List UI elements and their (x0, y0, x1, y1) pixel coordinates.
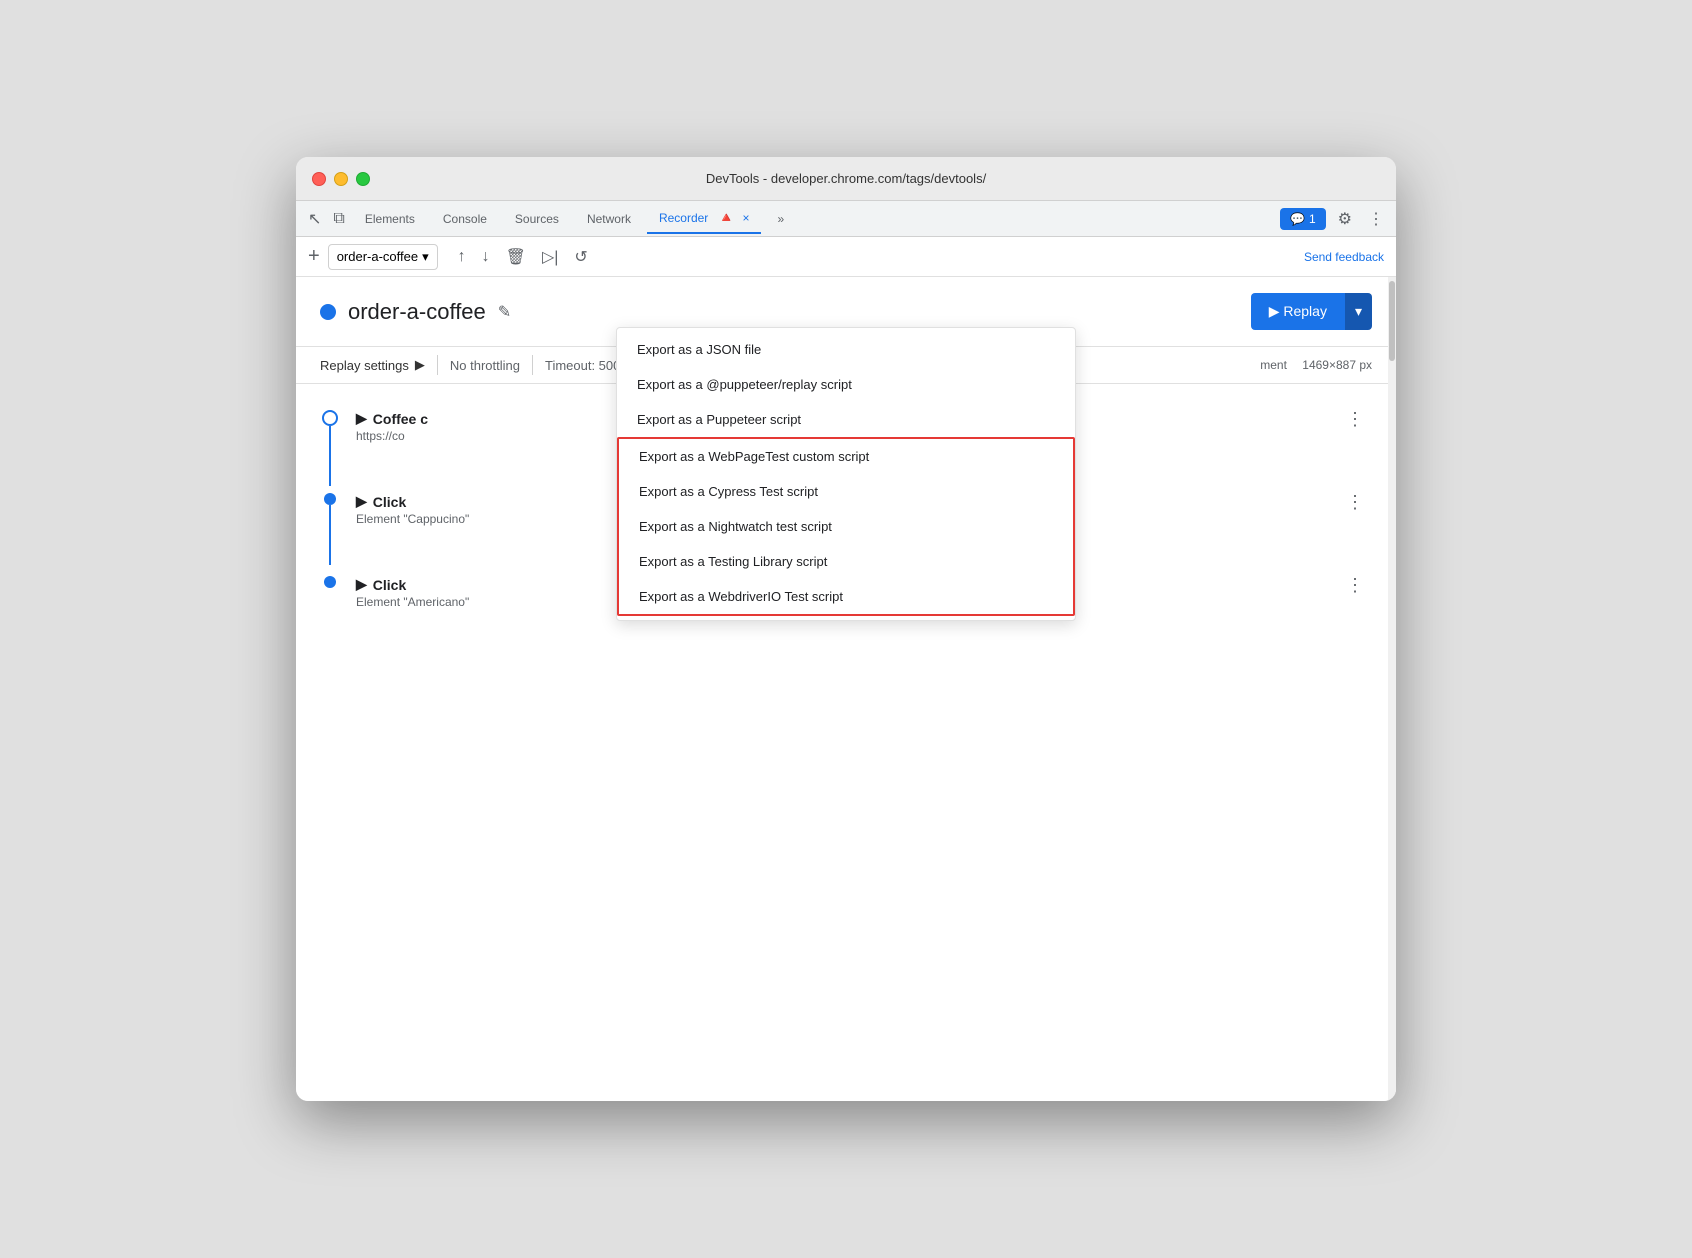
step-more-icon-2[interactable]: ⋮ (1338, 493, 1372, 511)
export-nightwatch-item[interactable]: Export as a Nightwatch test script (619, 509, 1073, 544)
tab-console[interactable]: Console (431, 206, 499, 232)
download-button[interactable]: ↓ (478, 244, 494, 270)
divider (437, 355, 438, 375)
tab-sources[interactable]: Sources (503, 206, 571, 232)
scrollbar-thumb (1389, 281, 1395, 361)
traffic-lights (312, 172, 370, 186)
notification-badge[interactable]: 💬 1 (1280, 208, 1326, 230)
minimize-button[interactable] (334, 172, 348, 186)
tab-more[interactable]: » (765, 206, 796, 232)
upload-button[interactable]: ↑ (454, 244, 470, 270)
step-circle-2 (324, 493, 336, 505)
step-more-icon-1[interactable]: ⋮ (1338, 410, 1372, 428)
close-button[interactable] (312, 172, 326, 186)
tab-elements[interactable]: Elements (353, 206, 427, 232)
send-feedback-link[interactable]: Send feedback (1304, 250, 1384, 264)
export-cypress-item[interactable]: Export as a Cypress Test script (619, 474, 1073, 509)
replay-button-group: ▶ Replay ▾ (1251, 293, 1372, 330)
cursor-icon[interactable]: ↖ (304, 205, 325, 233)
export-dropdown-overlay: Export as a JSON file Export as a @puppe… (616, 327, 1076, 621)
content-area: order-a-coffee ✎ ▶ Replay ▾ Replay setti… (296, 277, 1396, 1101)
tab-bar-actions: 💬 1 ⚙ ⋮ (1280, 205, 1388, 233)
replay-settings-label[interactable]: Replay settings ▶ (320, 357, 425, 373)
step-timeline-3 (320, 576, 340, 588)
step-line-1 (329, 426, 331, 486)
recording-name-label: order-a-coffee (337, 249, 418, 264)
recording-status-dot (320, 304, 336, 320)
gear-icon[interactable]: ⚙ (1334, 205, 1356, 233)
export-dropdown-menu: Export as a JSON file Export as a @puppe… (616, 327, 1076, 621)
step-line-2 (329, 505, 331, 565)
copy-icon[interactable]: ⧉ (329, 206, 348, 232)
close-recorder-tab[interactable]: × (742, 211, 749, 225)
tab-network[interactable]: Network (575, 206, 643, 232)
maximize-button[interactable] (356, 172, 370, 186)
replay-button[interactable]: ▶ Replay (1251, 293, 1345, 330)
export-webdriverio-item[interactable]: Export as a WebdriverIO Test script (619, 579, 1073, 614)
toolbar-icon-buttons: ↑ ↓ 🗑 ▷| ↺ (454, 243, 592, 271)
red-border-group: Export as a WebPageTest custom script Ex… (617, 437, 1075, 616)
export-testing-library-item[interactable]: Export as a Testing Library script (619, 544, 1073, 579)
chat-icon: 💬 (1290, 212, 1305, 226)
throttling-value: No throttling (450, 358, 520, 373)
replay-dropdown-arrow[interactable]: ▾ (1345, 293, 1372, 330)
export-webpagetest-item[interactable]: Export as a WebPageTest custom script (619, 439, 1073, 474)
divider2 (532, 355, 533, 375)
scrollbar[interactable] (1388, 277, 1396, 1101)
recorder-toolbar: + order-a-coffee ▾ ↑ ↓ 🗑 ▷| ↺ Send feedb… (296, 237, 1396, 277)
devtools-window: DevTools - developer.chrome.com/tags/dev… (296, 157, 1396, 1101)
badge-count: 1 (1309, 212, 1316, 226)
step-circle-3 (324, 576, 336, 588)
env-label: ment 1469×887 px (1260, 358, 1372, 372)
export-puppeteer-replay-item[interactable]: Export as a @puppeteer/replay script (617, 367, 1075, 402)
export-puppeteer-item[interactable]: Export as a Puppeteer script (617, 402, 1075, 437)
more-icon[interactable]: ⋮ (1364, 205, 1388, 233)
history-button[interactable]: ↺ (570, 243, 591, 271)
step-timeline-1 (320, 410, 340, 426)
step-more-icon-3[interactable]: ⋮ (1338, 576, 1372, 594)
title-bar: DevTools - developer.chrome.com/tags/dev… (296, 157, 1396, 201)
window-title: DevTools - developer.chrome.com/tags/dev… (706, 171, 986, 186)
delete-button[interactable]: 🗑 (502, 243, 530, 271)
add-recording-button[interactable]: + (308, 245, 320, 268)
dropdown-arrow-icon: ▾ (422, 249, 429, 265)
export-json-item[interactable]: Export as a JSON file (617, 332, 1075, 367)
recording-selector[interactable]: order-a-coffee ▾ (328, 244, 438, 270)
devtools-panel: ↖ ⧉ Elements Console Sources Network Rec… (296, 201, 1396, 1101)
tab-recorder[interactable]: Recorder 🔺 × (647, 203, 762, 234)
replay-step-button[interactable]: ▷| (538, 243, 562, 271)
edit-recording-icon[interactable]: ✎ (498, 302, 511, 322)
step-timeline-2 (320, 493, 340, 505)
tab-bar: ↖ ⧉ Elements Console Sources Network Rec… (296, 201, 1396, 237)
step-circle-1 (322, 410, 338, 426)
recording-title: order-a-coffee (348, 299, 486, 325)
